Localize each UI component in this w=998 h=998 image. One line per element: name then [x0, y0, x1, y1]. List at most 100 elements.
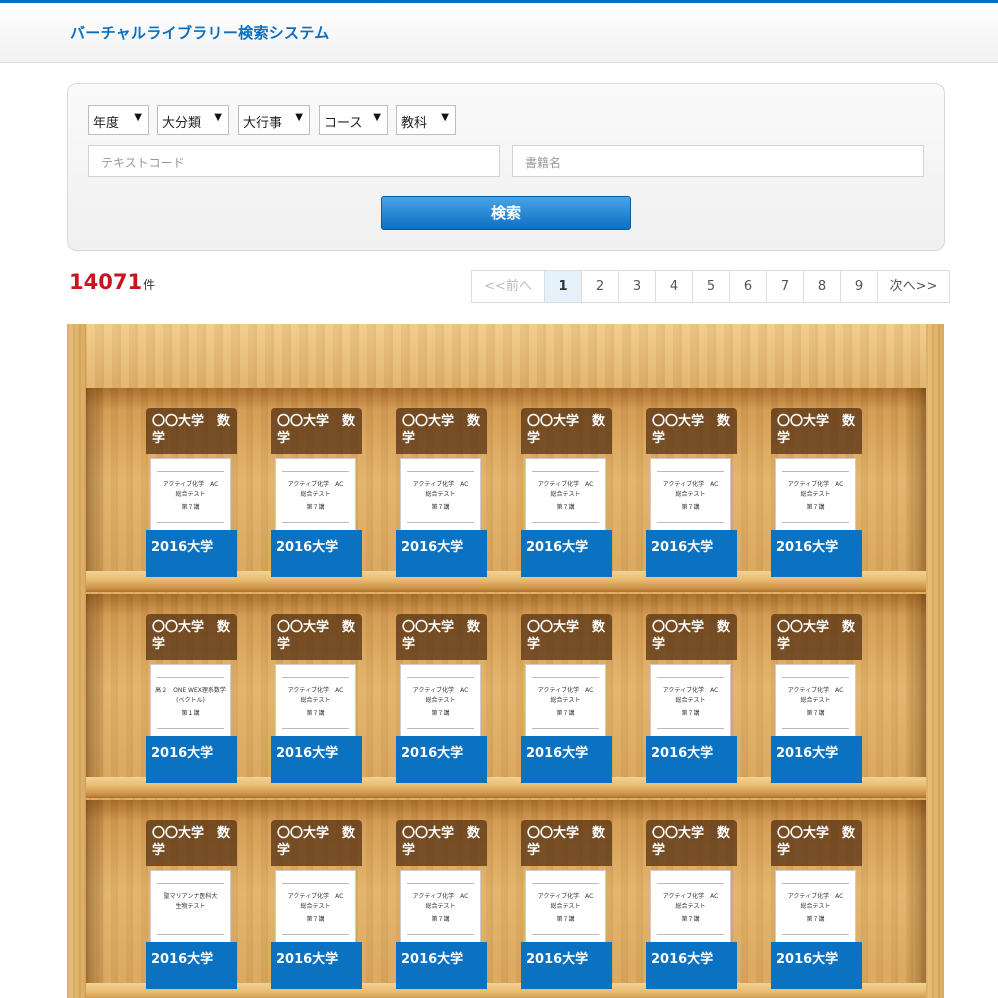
text-code-input[interactable]: テキストコード — [88, 145, 500, 177]
book-item[interactable]: 〇〇大学 数学 アクティブ化学 AC 総合テスト 第７講 2016大学 — [771, 408, 862, 577]
cover-footer-line — [157, 934, 224, 935]
cover-line-3: 第７講 — [181, 504, 200, 511]
cover-line-2: 総合テスト — [300, 697, 331, 704]
cover-line-1: アクティブ化学 AC — [287, 481, 344, 488]
book-item[interactable]: 〇〇大学 数学 アクティブ化学 AC 総合テスト 第７講 2016大学 — [271, 820, 362, 989]
shelf-side-right — [926, 324, 944, 998]
book-item[interactable]: 〇〇大学 数学 アクティブ化学 AC 総合テスト 第７講 2016大学 — [521, 614, 612, 783]
book-title-tag: 〇〇大学 数学 — [771, 820, 862, 866]
book-title-tag: 〇〇大学 数学 — [146, 614, 237, 660]
cover-line-1: アクティブ化学 AC — [662, 481, 719, 488]
pagination-page-5[interactable]: 5 — [693, 271, 730, 302]
cover-line-3: 第７講 — [681, 504, 700, 511]
app-title[interactable]: バーチャルライブラリー検索システム — [70, 22, 330, 43]
cover-line-1: アクティブ化学 AC — [662, 893, 719, 900]
search-button[interactable]: 検索 — [381, 196, 631, 230]
book-item[interactable]: 〇〇大学 数学 アクティブ化学 AC 総合テスト 第７講 2016大学 — [646, 408, 737, 577]
book-item[interactable]: 〇〇大学 数学 聖マリアンナ医科大 生物テスト 2016大学 — [146, 820, 237, 989]
book-title-tag: 〇〇大学 数学 — [771, 408, 862, 454]
book-title-tag: 〇〇大学 数学 — [521, 614, 612, 660]
cover-line-1: アクティブ化学 AC — [412, 687, 469, 694]
pagination-next[interactable]: 次へ>> — [878, 271, 950, 302]
cover-footer-line — [782, 934, 849, 935]
cover-line-3: 第７講 — [556, 504, 575, 511]
book-item[interactable]: 〇〇大学 数学 アクティブ化学 AC 総合テスト 第７講 2016大学 — [646, 614, 737, 783]
book-item[interactable]: 〇〇大学 数学 アクティブ化学 AC 総合テスト 第７講 2016大学 — [271, 408, 362, 577]
book-title-tag: 〇〇大学 数学 — [396, 820, 487, 866]
book-cover-thumbnail[interactable]: アクティブ化学 AC 総合テスト 第７講 — [150, 458, 231, 540]
book-cover-thumbnail[interactable]: アクティブ化学 AC 総合テスト 第７講 — [525, 664, 606, 746]
book-cover-thumbnail[interactable]: アクティブ化学 AC 総合テスト 第７講 — [650, 870, 731, 952]
cover-line-2: 生物テスト — [175, 903, 206, 910]
pagination-page-9[interactable]: 9 — [841, 271, 878, 302]
course-select-value: コース — [324, 116, 363, 131]
pagination-page-3[interactable]: 3 — [619, 271, 656, 302]
major-category-select[interactable]: 大分類 ▼ — [157, 105, 229, 135]
book-name-input[interactable]: 書籍名 — [512, 145, 924, 177]
pagination-page-8[interactable]: 8 — [804, 271, 841, 302]
book-cover-thumbnail[interactable]: アクティブ化学 AC 総合テスト 第７講 — [775, 664, 856, 746]
book-item[interactable]: 〇〇大学 数学 アクティブ化学 AC 総合テスト 第７講 2016大学 — [146, 408, 237, 577]
book-cover-thumbnail[interactable]: アクティブ化学 AC 総合テスト 第７講 — [400, 664, 481, 746]
cover-line-2: 総合テスト — [550, 697, 581, 704]
cover-line-3: 第７講 — [431, 916, 450, 923]
pagination-prev[interactable]: <<前へ — [472, 271, 545, 302]
cover-footer-line — [657, 934, 724, 935]
book-cover-thumbnail[interactable]: アクティブ化学 AC 総合テスト 第７講 — [775, 870, 856, 952]
book-cover-thumbnail[interactable]: アクティブ化学 AC 総合テスト 第７講 — [775, 458, 856, 540]
result-count-unit: 件 — [143, 278, 156, 292]
book-item[interactable]: 〇〇大学 数学 アクティブ化学 AC 総合テスト 第７講 2016大学 — [771, 614, 862, 783]
book-cover-thumbnail[interactable]: アクティブ化学 AC 総合テスト 第７講 — [400, 458, 481, 540]
book-item[interactable]: 〇〇大学 数学 アクティブ化学 AC 総合テスト 第７講 2016大学 — [521, 820, 612, 989]
cover-footer-line — [407, 522, 474, 523]
book-cover-thumbnail[interactable]: アクティブ化学 AC 総合テスト 第７講 — [275, 870, 356, 952]
cover-line-3: 第１講 — [181, 710, 200, 717]
book-item[interactable]: 〇〇大学 数学 アクティブ化学 AC 総合テスト 第７講 2016大学 — [521, 408, 612, 577]
course-select[interactable]: コース ▼ — [319, 105, 388, 135]
cover-header-line — [532, 883, 599, 884]
book-year-label: 2016大学 — [646, 942, 737, 989]
cover-line-3: 第７講 — [431, 504, 450, 511]
major-event-select[interactable]: 大行事 ▼ — [238, 105, 310, 135]
major-event-select-value: 大行事 — [243, 116, 283, 131]
book-year-label: 2016大学 — [146, 530, 237, 577]
pagination-page-7[interactable]: 7 — [767, 271, 804, 302]
cover-line-2: (ベクトル) — [176, 697, 205, 704]
pagination-page-6[interactable]: 6 — [730, 271, 767, 302]
cover-header-line — [657, 471, 724, 472]
chevron-down-icon: ▼ — [134, 112, 142, 123]
book-title-tag: 〇〇大学 数学 — [396, 408, 487, 454]
book-cover-thumbnail[interactable]: 高２ ONE WEX理系数学 (ベクトル) 第１講 — [150, 664, 231, 746]
subject-select[interactable]: 教科 ▼ — [396, 105, 456, 135]
book-item[interactable]: 〇〇大学 数学 アクティブ化学 AC 総合テスト 第７講 2016大学 — [396, 408, 487, 577]
book-item[interactable]: 〇〇大学 数学 アクティブ化学 AC 総合テスト 第７講 2016大学 — [271, 614, 362, 783]
book-item[interactable]: 〇〇大学 数学 アクティブ化学 AC 総合テスト 第７講 2016大学 — [771, 820, 862, 989]
pagination-page-2[interactable]: 2 — [582, 271, 619, 302]
book-cover-thumbnail[interactable]: アクティブ化学 AC 総合テスト 第７講 — [525, 458, 606, 540]
book-cover-thumbnail[interactable]: アクティブ化学 AC 総合テスト 第７講 — [650, 458, 731, 540]
book-cover-thumbnail[interactable]: アクティブ化学 AC 総合テスト 第７講 — [400, 870, 481, 952]
book-name-placeholder: 書籍名 — [525, 156, 562, 170]
pagination-page-4[interactable]: 4 — [656, 271, 693, 302]
cover-line-1: アクティブ化学 AC — [662, 687, 719, 694]
book-year-label: 2016大学 — [771, 736, 862, 783]
book-year-label: 2016大学 — [521, 530, 612, 577]
book-year-label: 2016大学 — [146, 736, 237, 783]
cover-footer-line — [407, 728, 474, 729]
book-item[interactable]: 〇〇大学 数学 アクティブ化学 AC 総合テスト 第７講 2016大学 — [396, 820, 487, 989]
cover-header-line — [407, 677, 474, 678]
year-select[interactable]: 年度 ▼ — [88, 105, 149, 135]
book-item[interactable]: 〇〇大学 数学 高２ ONE WEX理系数学 (ベクトル) 第１講 2016大学 — [146, 614, 237, 783]
book-item[interactable]: 〇〇大学 数学 アクティブ化学 AC 総合テスト 第７講 2016大学 — [396, 614, 487, 783]
cover-header-line — [782, 883, 849, 884]
cover-header-line — [782, 471, 849, 472]
cover-line-1: アクティブ化学 AC — [412, 893, 469, 900]
book-cover-thumbnail[interactable]: アクティブ化学 AC 総合テスト 第７講 — [650, 664, 731, 746]
book-cover-thumbnail[interactable]: アクティブ化学 AC 総合テスト 第７講 — [525, 870, 606, 952]
pagination-page-1[interactable]: 1 — [545, 271, 582, 302]
book-cover-thumbnail[interactable]: 聖マリアンナ医科大 生物テスト — [150, 870, 231, 952]
cover-line-2: 総合テスト — [425, 697, 456, 704]
book-cover-thumbnail[interactable]: アクティブ化学 AC 総合テスト 第７講 — [275, 458, 356, 540]
book-cover-thumbnail[interactable]: アクティブ化学 AC 総合テスト 第７講 — [275, 664, 356, 746]
book-item[interactable]: 〇〇大学 数学 アクティブ化学 AC 総合テスト 第７講 2016大学 — [646, 820, 737, 989]
